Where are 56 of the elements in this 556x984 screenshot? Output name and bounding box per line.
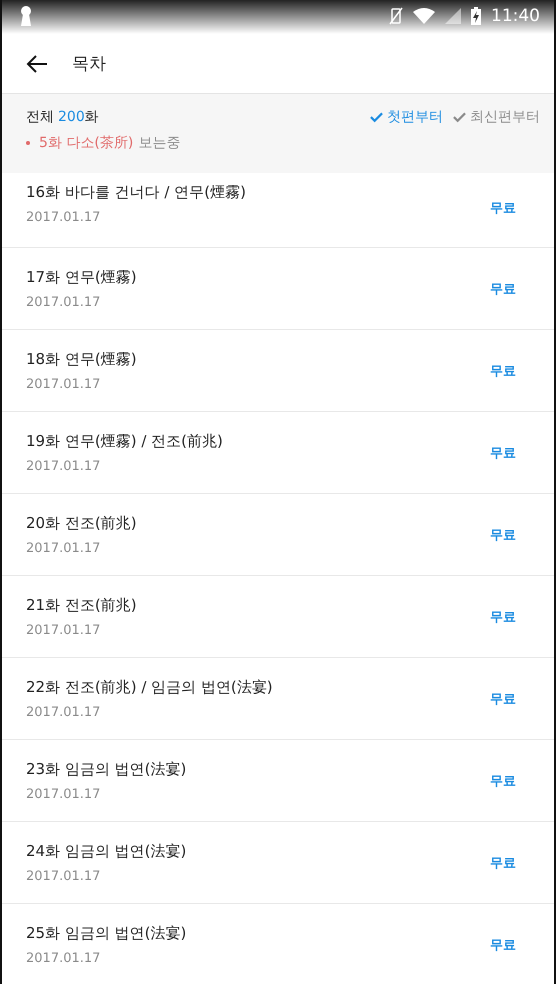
wifi-icon bbox=[413, 8, 435, 24]
price-label: 무료 bbox=[490, 854, 516, 872]
episode-date: 2017.01.17 bbox=[26, 540, 102, 556]
episode-row[interactable]: 23화 임금의 법연(法宴) 2017.01.17 무료 bbox=[2, 740, 554, 822]
episode-row[interactable]: 20화 전조(前兆) 2017.01.17 무료 bbox=[2, 494, 554, 576]
price-label: 무료 bbox=[490, 526, 516, 544]
episode-date: 2017.01.17 bbox=[26, 950, 102, 966]
episode-title: 20화 전조(前兆) bbox=[26, 514, 137, 532]
price-label: 무료 bbox=[490, 444, 516, 462]
page-title: 목차 bbox=[72, 53, 106, 75]
episode-row[interactable]: 25화 임금의 법연(法宴) 2017.01.17 무료 bbox=[2, 904, 554, 984]
signal-icon bbox=[445, 8, 461, 24]
episode-title: 21화 전조(前兆) bbox=[26, 596, 137, 614]
status-time: 11:40 bbox=[491, 6, 540, 26]
vibrate-off-icon bbox=[389, 7, 403, 25]
price-label: 무료 bbox=[490, 280, 516, 298]
episode-date: 2017.01.17 bbox=[26, 622, 102, 638]
episode-date: 2017.01.17 bbox=[26, 294, 102, 310]
episode-row[interactable]: 21화 전조(前兆) 2017.01.17 무료 bbox=[2, 576, 554, 658]
episode-row[interactable]: 17화 연무(煙霧) 2017.01.17 무료 bbox=[2, 248, 554, 330]
episode-title: 16화 바다를 건너다 / 연무(煙霧) bbox=[26, 183, 246, 202]
price-label: 무료 bbox=[490, 772, 516, 790]
episode-title: 18화 연무(煙霧) bbox=[26, 350, 137, 368]
episode-title: 24화 임금의 법연(法宴) bbox=[26, 842, 186, 860]
price-label: 무료 bbox=[490, 362, 516, 380]
check-icon bbox=[453, 112, 466, 122]
episode-date: 2017.01.17 bbox=[26, 376, 102, 392]
reading-status: 보는중 bbox=[138, 134, 180, 152]
episode-title: 17화 연무(煙霧) bbox=[26, 268, 137, 286]
episode-date: 2017.01.17 bbox=[26, 458, 102, 474]
episode-title: 19화 연무(煙霧) / 전조(前兆) bbox=[26, 432, 223, 450]
episode-row[interactable]: 22화 전조(前兆) / 임금의 법연(法宴) 2017.01.17 무료 bbox=[2, 658, 554, 740]
episode-date: 2017.01.17 bbox=[26, 786, 102, 802]
episode-title: 23화 임금의 법연(法宴) bbox=[26, 760, 186, 778]
battery-charging-icon bbox=[471, 7, 481, 25]
total-unit: 화 bbox=[84, 108, 99, 126]
episode-date: 2017.01.17 bbox=[26, 868, 102, 884]
episode-row[interactable]: 16화 바다를 건너다 / 연무(煙霧) 2017.01.17 무료 bbox=[2, 173, 554, 248]
episode-date: 2017.01.17 bbox=[26, 704, 102, 720]
current-episode: 5화 다소(茶所) bbox=[39, 134, 134, 152]
price-label: 무료 bbox=[490, 936, 516, 954]
total-label: 전체 bbox=[26, 108, 54, 126]
total-count: 200 bbox=[58, 109, 85, 125]
price-label: 무료 bbox=[490, 200, 516, 217]
episode-title: 25화 임금의 법연(法宴) bbox=[26, 924, 186, 942]
check-icon bbox=[370, 112, 383, 122]
keyhole-icon bbox=[20, 6, 32, 26]
episode-row[interactable]: 19화 연무(煙霧) / 전조(前兆) 2017.01.17 무료 bbox=[2, 412, 554, 494]
episode-row[interactable]: 18화 연무(煙霧) 2017.01.17 무료 bbox=[2, 330, 554, 412]
episode-title: 22화 전조(前兆) / 임금의 법연(法宴) bbox=[26, 678, 273, 696]
back-arrow-icon bbox=[26, 54, 48, 72]
episode-date: 2017.01.17 bbox=[26, 210, 102, 225]
bullet-dot bbox=[26, 141, 30, 145]
price-label: 무료 bbox=[490, 608, 516, 626]
price-label: 무료 bbox=[490, 690, 516, 708]
episode-row[interactable]: 24화 임금의 법연(法宴) 2017.01.17 무료 bbox=[2, 822, 554, 904]
